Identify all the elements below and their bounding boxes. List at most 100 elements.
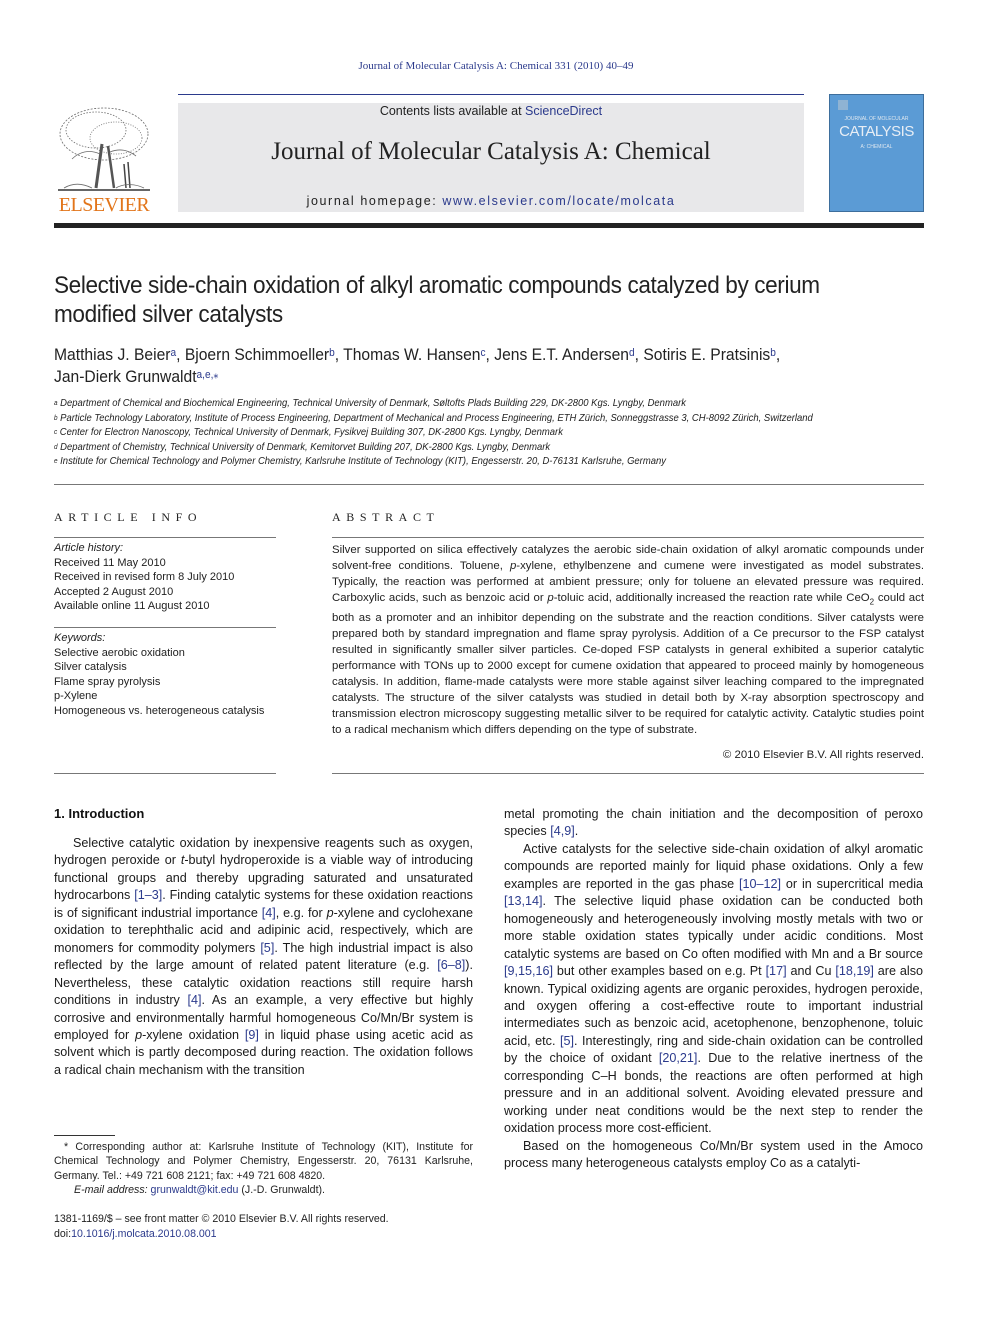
- email-suffix: (J.-D. Grunwaldt).: [238, 1183, 325, 1196]
- top-rule: [178, 94, 804, 95]
- running-head-citation[interactable]: Journal of Molecular Catalysis A: Chemic…: [0, 60, 992, 72]
- keyword-item: p-Xylene: [54, 690, 98, 702]
- abstract-rule: [332, 537, 924, 538]
- citation-link[interactable]: [9,15,16]: [504, 964, 553, 978]
- abstract-heading: ABSTRACT: [332, 510, 440, 524]
- author-list: Matthias J. Beiera, Bjoern Schimmoellerb…: [54, 344, 882, 388]
- affiliation-text: Institute for Chemical Technology and Po…: [57, 456, 666, 467]
- affiliation-item: e Institute for Chemical Technology and …: [54, 455, 873, 470]
- author-name: Matthias J. Beier: [54, 345, 171, 364]
- history-label: Article history:: [54, 542, 124, 554]
- footnote-rule: [54, 1135, 115, 1136]
- text-run: and Cu: [786, 964, 836, 979]
- section-heading-introduction: 1. Introduction: [54, 806, 145, 821]
- history-item: Available online 11 August 2010: [54, 600, 210, 612]
- email-link[interactable]: grunwaldt@kit.edu: [151, 1184, 239, 1196]
- contents-available-line: Contents lists available at ScienceDirec…: [178, 104, 804, 118]
- journal-homepage-link[interactable]: www.elsevier.com/locate/molcata: [442, 194, 675, 208]
- citation-link[interactable]: [4,9]: [550, 824, 575, 838]
- homepage-prefix: journal homepage:: [306, 194, 443, 208]
- keywords: Keywords: Selective aerobic oxidation Si…: [54, 631, 284, 718]
- citation-link[interactable]: [10–12]: [739, 877, 781, 891]
- author-separator: ,: [775, 345, 781, 364]
- contents-prefix: Contents lists available at: [379, 104, 526, 118]
- cover-subtitle: A: CHEMICAL: [860, 144, 893, 150]
- text-run: , e.g. for: [275, 905, 327, 920]
- author-name: Sotiris E. Pratsinis: [643, 345, 771, 364]
- abstract-copyright: © 2010 Elsevier B.V. All rights reserved…: [722, 749, 924, 761]
- abstract-rule: [332, 773, 924, 774]
- paragraph: metal promoting the chain initiation and…: [504, 806, 923, 841]
- email-label: E-mail address:: [74, 1183, 151, 1196]
- history-item: Received in revised form 8 July 2010: [54, 571, 235, 583]
- footnote-text: * Corresponding author at: Karlsruhe Ins…: [54, 1141, 473, 1182]
- doi-line: doi:10.1016/j.molcata.2010.08.001: [54, 1227, 484, 1242]
- elsevier-tree-icon: [58, 107, 150, 191]
- elsevier-logo[interactable]: ELSEVIER: [54, 104, 154, 216]
- affiliation-item: a Department of Chemical and Biochemical…: [54, 397, 873, 412]
- author-name: Jens E.T. Andersen: [494, 345, 630, 364]
- author-affiliation-marker[interactable]: b: [329, 347, 335, 359]
- paragraph: Active catalysts for the selective side-…: [504, 841, 923, 1138]
- affiliation-list: a Department of Chemical and Biochemical…: [54, 397, 873, 470]
- affiliation-item: c Center for Electron Nanoscopy, Technic…: [54, 426, 873, 441]
- keyword-item: Homogeneous vs. heterogeneous catalysis: [54, 704, 265, 717]
- author-separator: ,: [485, 345, 495, 364]
- citation-link[interactable]: [1–3]: [134, 888, 162, 902]
- cover-logo-icon: [838, 100, 848, 110]
- affiliation-text: Center for Electron Nanoscopy, Technical…: [57, 427, 563, 438]
- keyword-item: Flame spray pyrolysis: [54, 675, 161, 688]
- paragraph: Based on the homogeneous Co/Mn/Br system…: [504, 1138, 923, 1173]
- affiliation-item: b Particle Technology Laboratory, Instit…: [54, 412, 873, 427]
- author-affiliation-marker[interactable]: a: [170, 347, 176, 359]
- corresponding-author-footnote: * Corresponding author at: Karlsruhe Ins…: [54, 1140, 473, 1197]
- italic-text: p: [326, 905, 334, 920]
- affiliation-text: Department of Chemical and Biochemical E…: [57, 398, 686, 409]
- affiliation-text: Particle Technology Laboratory, Institut…: [57, 412, 813, 424]
- citation-link[interactable]: [20,21]: [659, 1051, 698, 1065]
- paragraph: Selective catalytic oxidation by inexpen…: [54, 835, 473, 1079]
- masthead-divider: [54, 223, 924, 228]
- citation-link[interactable]: [5]: [560, 1034, 574, 1048]
- elsevier-wordmark: ELSEVIER: [58, 194, 150, 216]
- citation-link[interactable]: [9]: [245, 1028, 259, 1042]
- author-affiliation-marker[interactable]: c: [480, 347, 485, 359]
- keyword-item: Silver catalysis: [54, 661, 127, 673]
- keyword-item: Selective aerobic oxidation: [54, 646, 185, 659]
- author-affiliation-marker[interactable]: b: [770, 347, 776, 359]
- author-separator: ,: [176, 345, 185, 364]
- body-column-left: Selective catalytic oxidation by inexpen…: [54, 835, 473, 1079]
- history-item: Received 11 May 2010: [54, 556, 166, 569]
- citation-link[interactable]: [17]: [766, 964, 787, 978]
- text-run: but other examples based on e.g. Pt: [553, 964, 766, 979]
- journal-cover-image[interactable]: JOURNAL OF MOLECULAR CATALYSIS A: CHEMIC…: [829, 94, 924, 212]
- journal-homepage-line: journal homepage: www.elsevier.com/locat…: [178, 194, 804, 208]
- doi-prefix: doi:: [54, 1228, 72, 1240]
- article-title: Selective side-chain oxidation of alkyl …: [54, 272, 820, 328]
- author-affiliation-marker[interactable]: d: [629, 347, 635, 359]
- author-name: Bjoern Schimmoeller: [184, 345, 330, 364]
- citation-link[interactable]: [13,14]: [504, 894, 543, 908]
- doi-link[interactable]: 10.1016/j.molcata.2010.08.001: [71, 1228, 216, 1240]
- citation-link[interactable]: [5]: [260, 941, 274, 955]
- header-divider: [54, 484, 924, 485]
- author-affiliation-marker[interactable]: a,e,⁎: [197, 369, 219, 381]
- text-run: .: [574, 824, 579, 839]
- text-run: . The selective liquid phase oxidation c…: [504, 894, 923, 961]
- author-separator: ,: [634, 345, 644, 364]
- email-line: E-mail address: grunwaldt@kit.edu (J.-D.…: [54, 1183, 473, 1197]
- citation-link[interactable]: [18,19]: [835, 964, 874, 978]
- affiliation-text: Department of Chemistry, Technical Unive…: [57, 441, 551, 453]
- journal-masthead: Contents lists available at ScienceDirec…: [178, 103, 804, 212]
- sciencedirect-link[interactable]: ScienceDirect: [525, 104, 602, 118]
- citation-link[interactable]: [4]: [262, 906, 276, 920]
- cover-title: CATALYSIS: [839, 123, 914, 140]
- author-name: Thomas W. Hansen: [343, 345, 481, 364]
- citation-link[interactable]: [6–8]: [437, 958, 465, 972]
- issn-line: 1381-1169/$ – see front matter © 2010 El…: [54, 1213, 389, 1225]
- abstract-text: Silver supported on silica effectively c…: [332, 542, 924, 738]
- citation-link[interactable]: [4]: [187, 993, 201, 1007]
- text-run: Based on the homogeneous Co/Mn/Br system…: [504, 1138, 923, 1171]
- affiliation-item: d Department of Chemistry, Technical Uni…: [54, 441, 873, 456]
- text-run: or in supercritical media: [781, 876, 924, 891]
